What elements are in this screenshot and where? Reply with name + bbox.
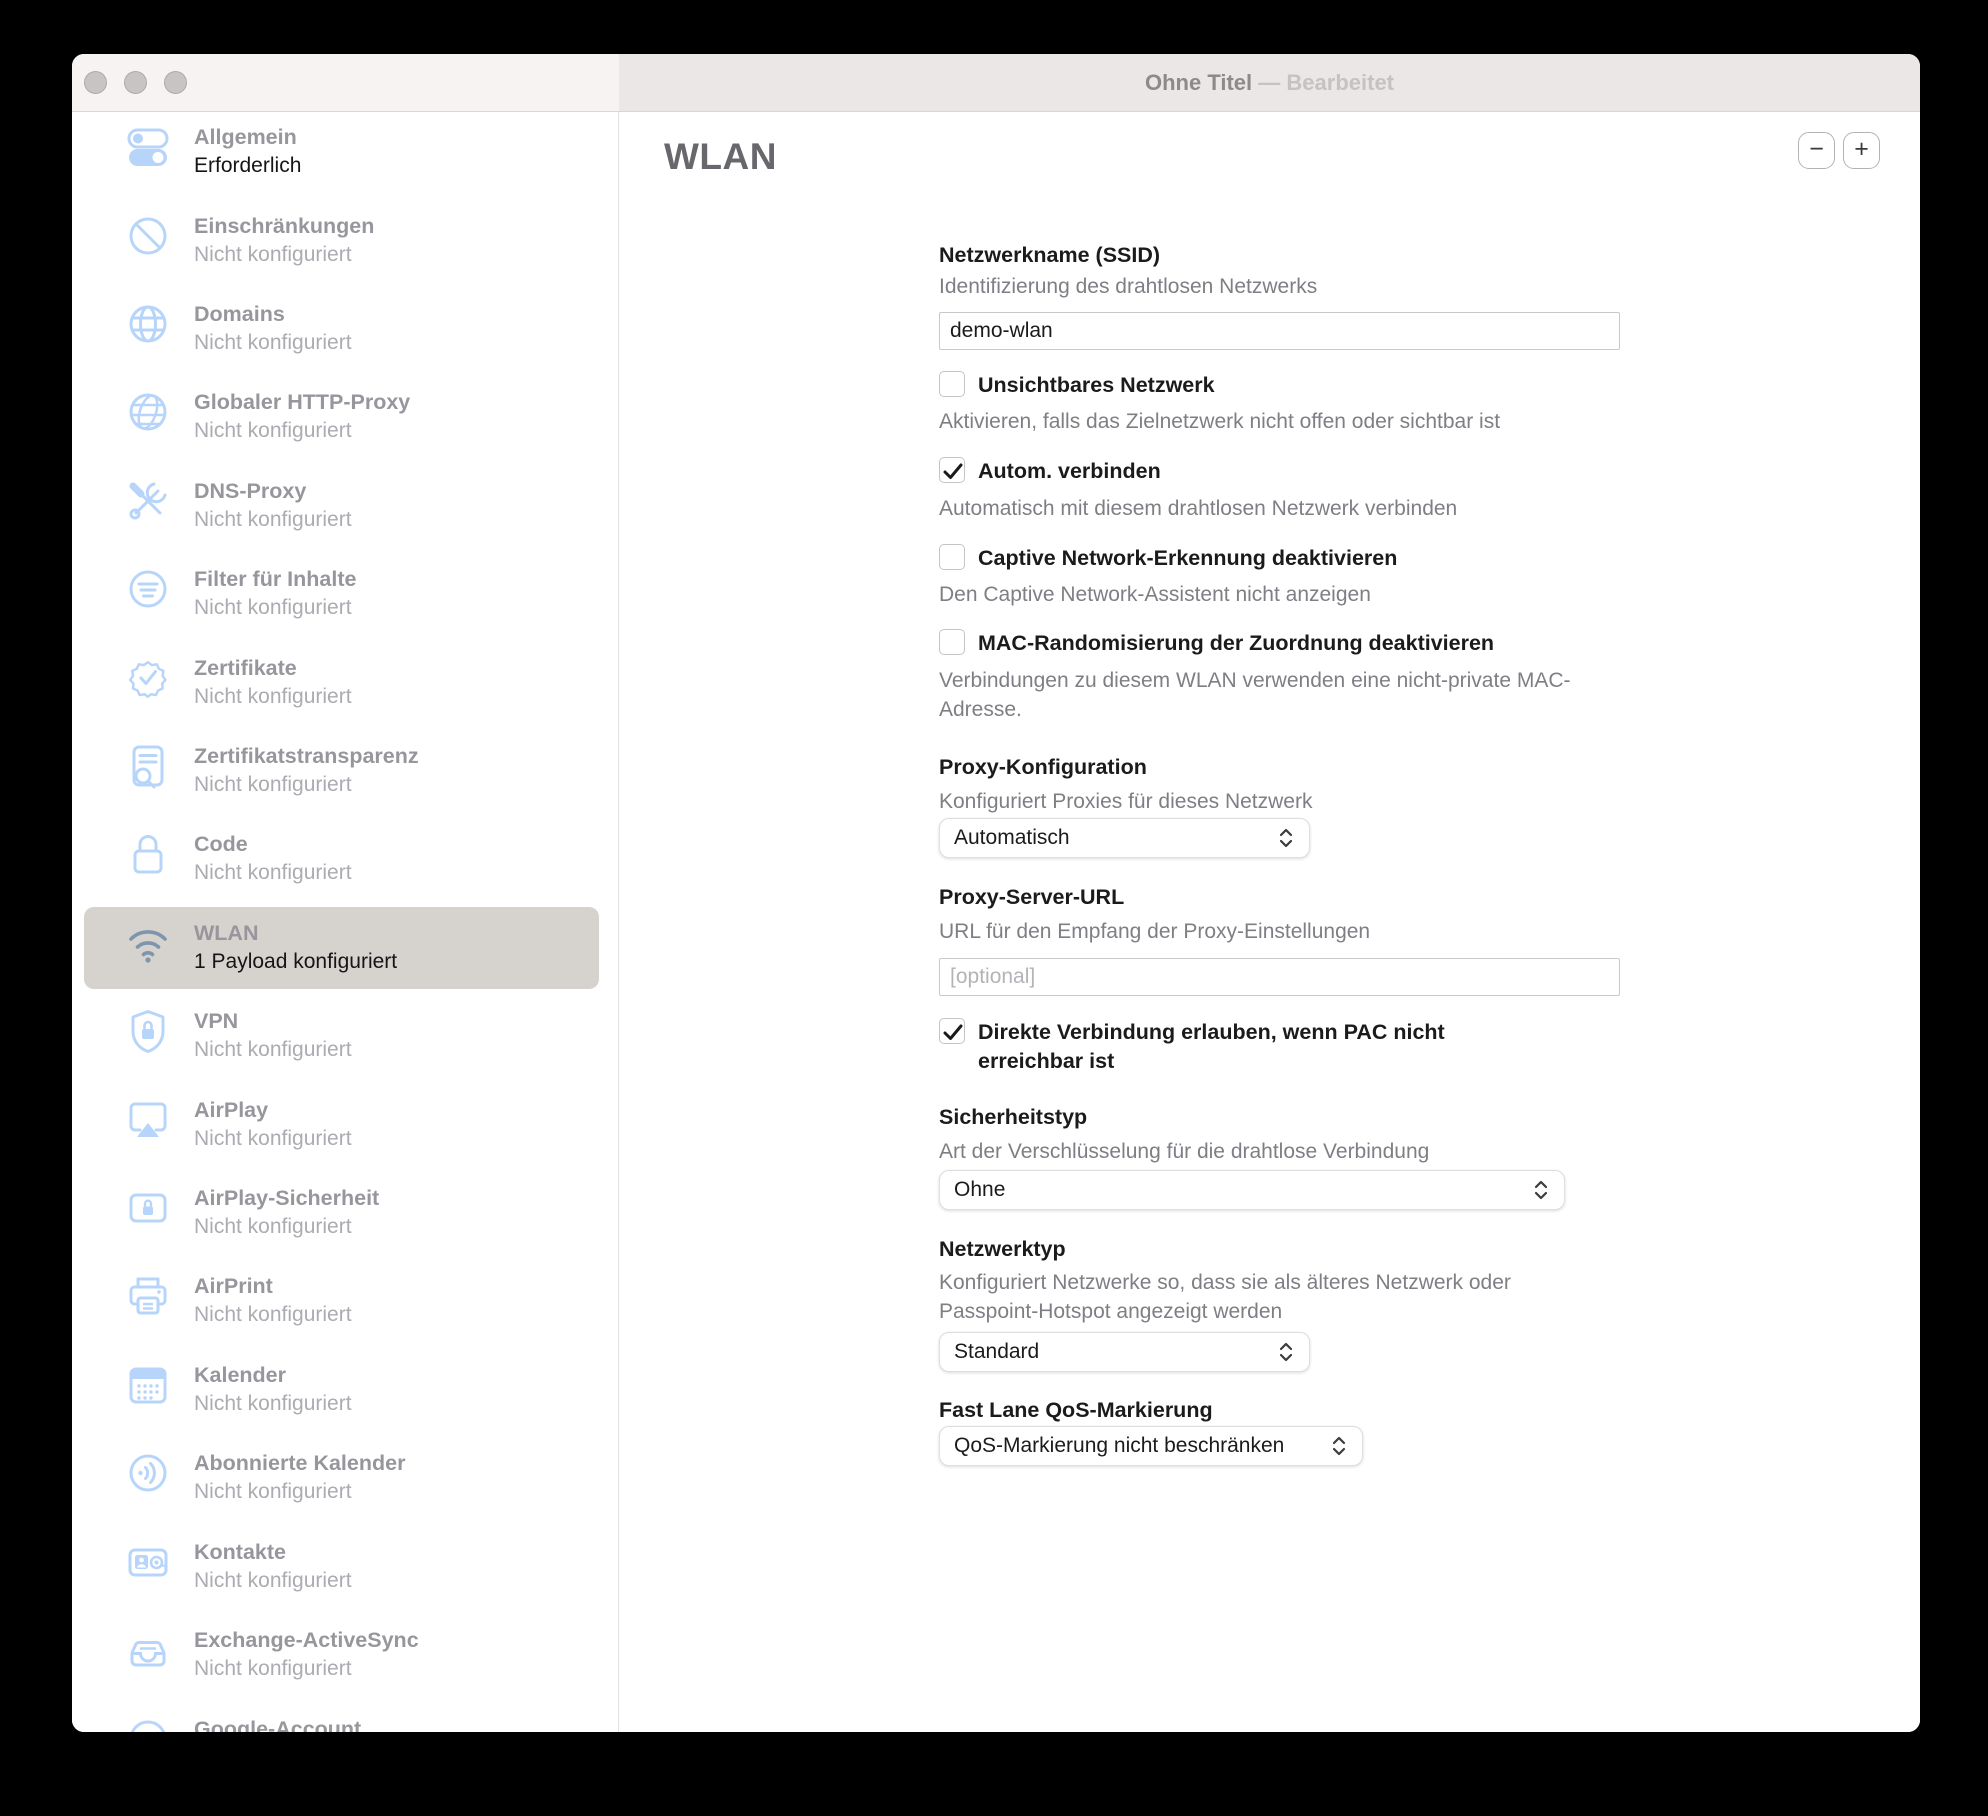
- ssid-input[interactable]: [939, 312, 1620, 350]
- proxy-config-select[interactable]: Automatisch: [939, 818, 1310, 858]
- payload-detail-panel: WLAN − + Netzwerkname (SSID) Identifizie…: [620, 112, 1920, 1732]
- sidebar-item-filter-fuer-inhalte[interactable]: Filter für Inhalte Nicht konfiguriert: [72, 557, 618, 641]
- security-type-select[interactable]: Ohne: [939, 1170, 1565, 1210]
- hidden-network-label: Unsichtbares Netzwerk: [978, 371, 1215, 400]
- mac-randomization-checkbox[interactable]: [939, 629, 965, 655]
- captive-bypass-description: Den Captive Network-Assistent nicht anze…: [939, 580, 1371, 609]
- captive-bypass-checkbox[interactable]: [939, 544, 965, 570]
- sidebar-item-kontakte[interactable]: Kontakte Nicht konfiguriert: [72, 1530, 618, 1614]
- sidebar-item-einschraenkungen[interactable]: Einschränkungen Nicht konfiguriert: [72, 204, 618, 288]
- direct-connect-checkbox[interactable]: [939, 1018, 965, 1044]
- ssid-label: Netzwerkname (SSID): [939, 243, 1160, 268]
- sidebar-item-google-account[interactable]: Google-Account Nicht konfiguriert: [72, 1707, 618, 1732]
- security-type-description: Art der Verschlüsselung für die drahtlos…: [939, 1137, 1429, 1166]
- desktop-background: Ohne Titel — Bearbeitet Allgemein Erford…: [0, 0, 1988, 1816]
- titlebar-main-section: Ohne Titel — Bearbeitet: [619, 54, 1920, 111]
- profile-editor-window: Ohne Titel — Bearbeitet Allgemein Erford…: [72, 54, 1920, 1732]
- proxy-url-input[interactable]: [939, 958, 1620, 996]
- security-type-label: Sicherheitstyp: [939, 1105, 1087, 1130]
- airplay-icon: [122, 1094, 174, 1146]
- checkmark-icon: [941, 459, 965, 483]
- sidebar-item-exchange-activesync[interactable]: Exchange-ActiveSync Nicht konfiguriert: [72, 1618, 618, 1702]
- hidden-network-description: Aktivieren, falls das Zielnetzwerk nicht…: [939, 407, 1500, 436]
- add-payload-button[interactable]: +: [1843, 132, 1880, 169]
- content-filter-icon: [122, 563, 174, 615]
- network-type-label: Netzwerktyp: [939, 1237, 1066, 1262]
- proxy-url-label: Proxy-Server-URL: [939, 885, 1124, 910]
- sidebar-item-zertifikate[interactable]: Zertifikate Nicht konfiguriert: [72, 646, 618, 730]
- minimize-window-button[interactable]: [124, 71, 147, 94]
- direct-connect-row: Direkte Verbindung erlauben, wenn PAC ni…: [939, 1018, 1448, 1076]
- wifi-icon: [122, 917, 174, 969]
- page-title: WLAN: [664, 136, 777, 178]
- chevron-up-down-icon: [1277, 827, 1295, 849]
- sidebar-item-domains[interactable]: Domains Nicht konfiguriert: [72, 292, 618, 376]
- vpn-shield-icon: [122, 1005, 174, 1057]
- hidden-network-checkbox[interactable]: [939, 371, 965, 397]
- auto-join-label: Autom. verbinden: [978, 457, 1161, 486]
- sidebar-item-code[interactable]: Code Nicht konfiguriert: [72, 822, 618, 906]
- network-type-description: Konfiguriert Netzwerke so, dass sie als …: [939, 1268, 1539, 1326]
- ssid-description: Identifizierung des drahtlosen Netzwerks: [939, 272, 1317, 301]
- captive-bypass-row: Captive Network-Erkennung deaktivieren: [939, 544, 1397, 573]
- chevron-up-down-icon: [1277, 1341, 1295, 1363]
- auto-join-row: Autom. verbinden: [939, 457, 1161, 486]
- titlebar-sidebar-section: [72, 54, 619, 111]
- chevron-up-down-icon: [1532, 1179, 1550, 1201]
- proxy-config-description: Konfiguriert Proxies für dieses Netzwerk: [939, 787, 1312, 816]
- subscribed-calendars-icon: [122, 1447, 174, 1499]
- auto-join-description: Automatisch mit diesem drahtlosen Netzwe…: [939, 494, 1457, 523]
- chevron-up-down-icon: [1330, 1435, 1348, 1457]
- calendar-icon: [122, 1359, 174, 1411]
- google-account-icon: [122, 1713, 174, 1732]
- sidebar-item-globaler-http-proxy[interactable]: Globaler HTTP-Proxy Nicht konfiguriert: [72, 380, 618, 464]
- certificate-seal-icon: [122, 652, 174, 704]
- titlebar: Ohne Titel — Bearbeitet: [72, 54, 1920, 112]
- network-type-select[interactable]: Standard: [939, 1332, 1310, 1372]
- checkmark-icon: [941, 1020, 965, 1044]
- window-title: Ohne Titel — Bearbeitet: [1145, 70, 1394, 96]
- qos-marking-label: Fast Lane QoS-Markierung: [939, 1398, 1213, 1423]
- globe-icon: [122, 298, 174, 350]
- toggles-icon: [122, 121, 174, 173]
- sidebar-item-airplay[interactable]: AirPlay Nicht konfiguriert: [72, 1088, 618, 1172]
- hidden-network-row: Unsichtbares Netzwerk: [939, 371, 1215, 400]
- captive-bypass-label: Captive Network-Erkennung deaktivieren: [978, 544, 1397, 573]
- sidebar-item-dns-proxy[interactable]: DNS-Proxy Nicht konfiguriert: [72, 469, 618, 553]
- mac-randomization-label: MAC-Randomisierung der Zuordnung deaktiv…: [978, 629, 1494, 658]
- sidebar-item-wlan[interactable]: WLAN 1 Payload konfiguriert: [72, 911, 618, 995]
- exchange-tray-icon: [122, 1624, 174, 1676]
- printer-icon: [122, 1270, 174, 1322]
- close-window-button[interactable]: [84, 71, 107, 94]
- global-proxy-icon: [122, 386, 174, 438]
- sidebar-item-airprint[interactable]: AirPrint Nicht konfiguriert: [72, 1264, 618, 1348]
- sidebar-item-vpn[interactable]: VPN Nicht konfiguriert: [72, 999, 618, 1083]
- remove-payload-button[interactable]: −: [1798, 132, 1835, 169]
- sidebar-item-abonnierte-kalender[interactable]: Abonnierte Kalender Nicht konfiguriert: [72, 1441, 618, 1525]
- certificate-transparency-icon: [122, 740, 174, 792]
- zoom-window-button[interactable]: [164, 71, 187, 94]
- sidebar-item-zertifikatstransparenz[interactable]: Zertifikatstransparenz Nicht konfigurier…: [72, 734, 618, 818]
- sidebar-item-kalender[interactable]: Kalender Nicht konfiguriert: [72, 1353, 618, 1437]
- mac-randomization-row: MAC-Randomisierung der Zuordnung deaktiv…: [939, 629, 1494, 658]
- tools-icon: [122, 475, 174, 527]
- sidebar-item-allgemein[interactable]: Allgemein Erforderlich: [72, 115, 618, 199]
- mac-randomization-description: Verbindungen zu diesem WLAN verwenden ei…: [939, 666, 1599, 724]
- passcode-lock-icon: [122, 828, 174, 880]
- payload-sidebar: Allgemein Erforderlich Einschränkungen N…: [72, 112, 619, 1732]
- proxy-url-description: URL für den Empfang der Proxy-Einstellun…: [939, 917, 1370, 946]
- direct-connect-label: Direkte Verbindung erlauben, wenn PAC ni…: [978, 1018, 1448, 1076]
- auto-join-checkbox[interactable]: [939, 457, 965, 483]
- proxy-config-label: Proxy-Konfiguration: [939, 755, 1147, 780]
- restrictions-icon: [122, 210, 174, 262]
- airplay-security-icon: [122, 1182, 174, 1234]
- sidebar-item-airplay-sicherheit[interactable]: AirPlay-Sicherheit Nicht konfiguriert: [72, 1176, 618, 1260]
- contacts-icon: [122, 1536, 174, 1588]
- qos-marking-select[interactable]: QoS-Markierung nicht beschränken: [939, 1426, 1363, 1466]
